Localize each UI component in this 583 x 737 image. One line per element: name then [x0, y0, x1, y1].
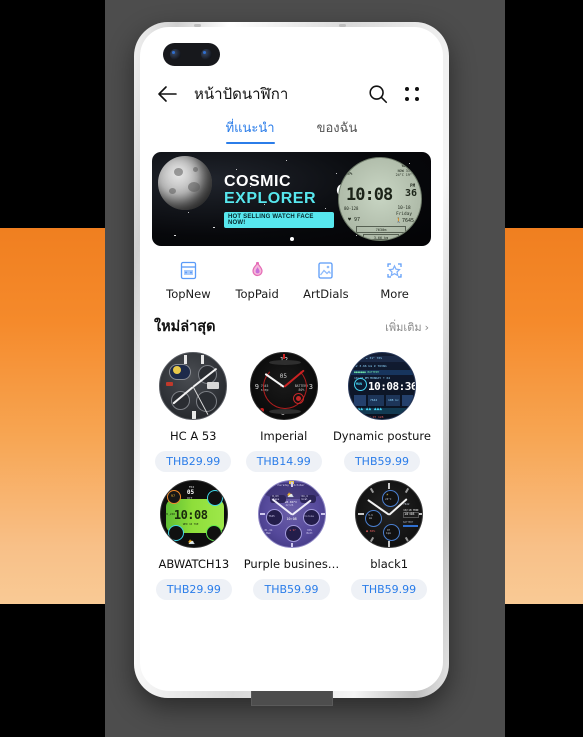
section-more-link[interactable]: เพิ่มเติม › — [385, 318, 429, 336]
promo-banner[interactable]: COSMIC EXPLORER HOT SELLING WATCH FACE N… — [152, 152, 431, 246]
watch-dial-preview: Thursday 5 October ⛅ 18.04°C 22/26 8,63s… — [257, 480, 326, 548]
front-camera-punch-hole — [163, 43, 220, 66]
watch-face-price[interactable]: THB59.99 — [253, 579, 330, 600]
category-artdials-label: ArtDials — [303, 287, 349, 301]
phone-screen: หน้าปัดนาฬิกา ที่แนะนำ ของฉัน COSMIC EXP… — [140, 27, 443, 691]
banner-watch-preview: WEATHER NOW 31° ↑ 24°C 19° ↓ 88% 10:08 P… — [338, 157, 422, 241]
tab-mine[interactable]: ของฉัน — [317, 117, 358, 144]
watch-face-card[interactable]: FRI 05 OCT 97 10:08 85,248 WED 10 TUE ⛅ — [148, 474, 240, 600]
phone-mockup: หน้าปัดนาฬิกา ที่แนะนำ ของฉัน COSMIC EXP… — [134, 22, 449, 706]
watch-face-name: Imperial — [260, 429, 308, 443]
section-more-label: เพิ่มเติม — [385, 321, 422, 334]
banner-text-block: COSMIC EXPLORER HOT SELLING WATCH FACE N… — [224, 173, 334, 229]
grid-dots-icon[interactable] — [405, 83, 427, 105]
watch-dial-preview: 24 14 ☁ 31° 76% 12 3.66 km ❤ 7630m ●●●●●… — [347, 352, 416, 420]
preview-steps: 🚶7645 — [395, 218, 414, 224]
preview-seconds: 36 — [404, 188, 417, 199]
preview-weather: WEATHER NOW 31° ↑ 24°C 19° ↓ — [395, 164, 416, 178]
watch-face-price[interactable]: THB59.99 — [343, 451, 420, 472]
section-title: ใหม่ล่าสุด — [154, 319, 216, 335]
category-toppaid-label: TopPaid — [235, 287, 279, 301]
search-icon[interactable] — [367, 83, 389, 105]
category-topnew-label: TopNew — [166, 287, 211, 301]
moon-graphic — [158, 156, 212, 210]
dial-digital-time: 10:08 — [173, 508, 208, 522]
watch-face-price[interactable]: THB29.99 — [155, 579, 232, 600]
banner-headline-1: COSMIC — [224, 173, 291, 190]
preview-date: 10-18 Friday — [396, 206, 412, 217]
watch-dial-preview: FRI 05 OCT 97 10:08 85,248 WED 10 TUE ⛅ — [159, 480, 228, 548]
star-frame-icon — [360, 259, 429, 281]
preview-time: 10:08 — [346, 185, 393, 205]
category-more-label: More — [380, 287, 409, 301]
watch-face-price[interactable]: THB59.99 — [351, 579, 428, 600]
watch-face-row: HC A 53 THB29.99 12 6 9 3 05 7645step ••… — [148, 346, 435, 472]
app-header-bar: หน้าปัดนาฬิกา — [140, 27, 443, 111]
category-more[interactable]: More — [360, 259, 429, 301]
banner-headline-2: EXPLORER — [224, 189, 317, 207]
preview-heart-rate: ♥ 97 — [348, 217, 361, 223]
chevron-right-icon: › — [424, 321, 429, 334]
watch-face-price[interactable]: THB14.99 — [245, 451, 322, 472]
watch-face-card[interactable]: 12 6 9 3 05 7645step ••• BATTERY80% — [238, 346, 328, 472]
back-arrow-icon[interactable] — [156, 82, 180, 106]
preview-hr-range: 80-128 — [344, 206, 359, 211]
new-list-icon — [154, 259, 223, 281]
watch-face-name: ABWATCH13 — [158, 557, 230, 571]
watch-dial-preview: ☀ 24°C 3.6 km 97 bpm 7642 10/18 MON 10:08 … — [355, 480, 424, 548]
flame-icon — [223, 259, 292, 281]
watch-face-name: Purple busines… — [243, 557, 340, 571]
banner-badge: HOT SELLING WATCH FACE NOW! — [224, 211, 334, 228]
watch-dial-preview: 12 6 9 3 05 7645step ••• BATTERY80% — [249, 352, 318, 420]
tab-recommended[interactable]: ที่แนะนำ — [225, 117, 275, 144]
preview-battery: 88% — [345, 171, 353, 176]
watch-face-card[interactable]: 24 14 ☁ 31° 76% 12 3.66 km ❤ 7630m ●●●●●… — [329, 346, 435, 472]
watch-face-name: black1 — [370, 557, 409, 571]
watch-face-name: Dynamic posture — [332, 429, 431, 443]
category-toppaid[interactable]: TopPaid — [223, 259, 292, 301]
watch-face-card[interactable]: ☀ 24°C 3.6 km 97 bpm 7642 10/18 MON 10:08 … — [343, 474, 435, 600]
watch-face-grid: HC A 53 THB29.99 12 6 9 3 05 7645step ••… — [140, 338, 443, 600]
category-shortcut-row: TopNew TopPaid ArtDials More — [140, 246, 443, 301]
camera-lens-right — [201, 49, 212, 60]
camera-lens-left — [170, 49, 181, 60]
watch-face-card[interactable]: Thursday 5 October ⛅ 18.04°C 22/26 8,63s… — [240, 474, 344, 600]
watch-face-card[interactable]: HC A 53 THB29.99 — [148, 346, 238, 472]
watch-face-price[interactable]: THB29.99 — [155, 451, 232, 472]
section-header: ใหม่ล่าสุด เพิ่มเติม › — [140, 301, 443, 338]
category-topnew[interactable]: TopNew — [154, 259, 223, 301]
carousel-indicator-dot[interactable] — [289, 237, 294, 241]
watch-face-name: HC A 53 — [169, 429, 217, 443]
watch-face-row: FRI 05 OCT 97 10:08 85,248 WED 10 TUE ⛅ — [148, 474, 435, 600]
image-icon — [292, 259, 361, 281]
preview-distance: 3.66 km — [363, 234, 399, 240]
preview-distance-label: 7630m — [356, 226, 406, 233]
page-title: หน้าปัดนาฬิกา — [194, 85, 289, 103]
tab-bar: ที่แนะนำ ของฉัน — [140, 111, 443, 144]
watch-dial-preview — [159, 352, 228, 420]
category-artdials[interactable]: ArtDials — [292, 259, 361, 301]
dial-digital-time: 10:08:36 — [367, 380, 416, 393]
